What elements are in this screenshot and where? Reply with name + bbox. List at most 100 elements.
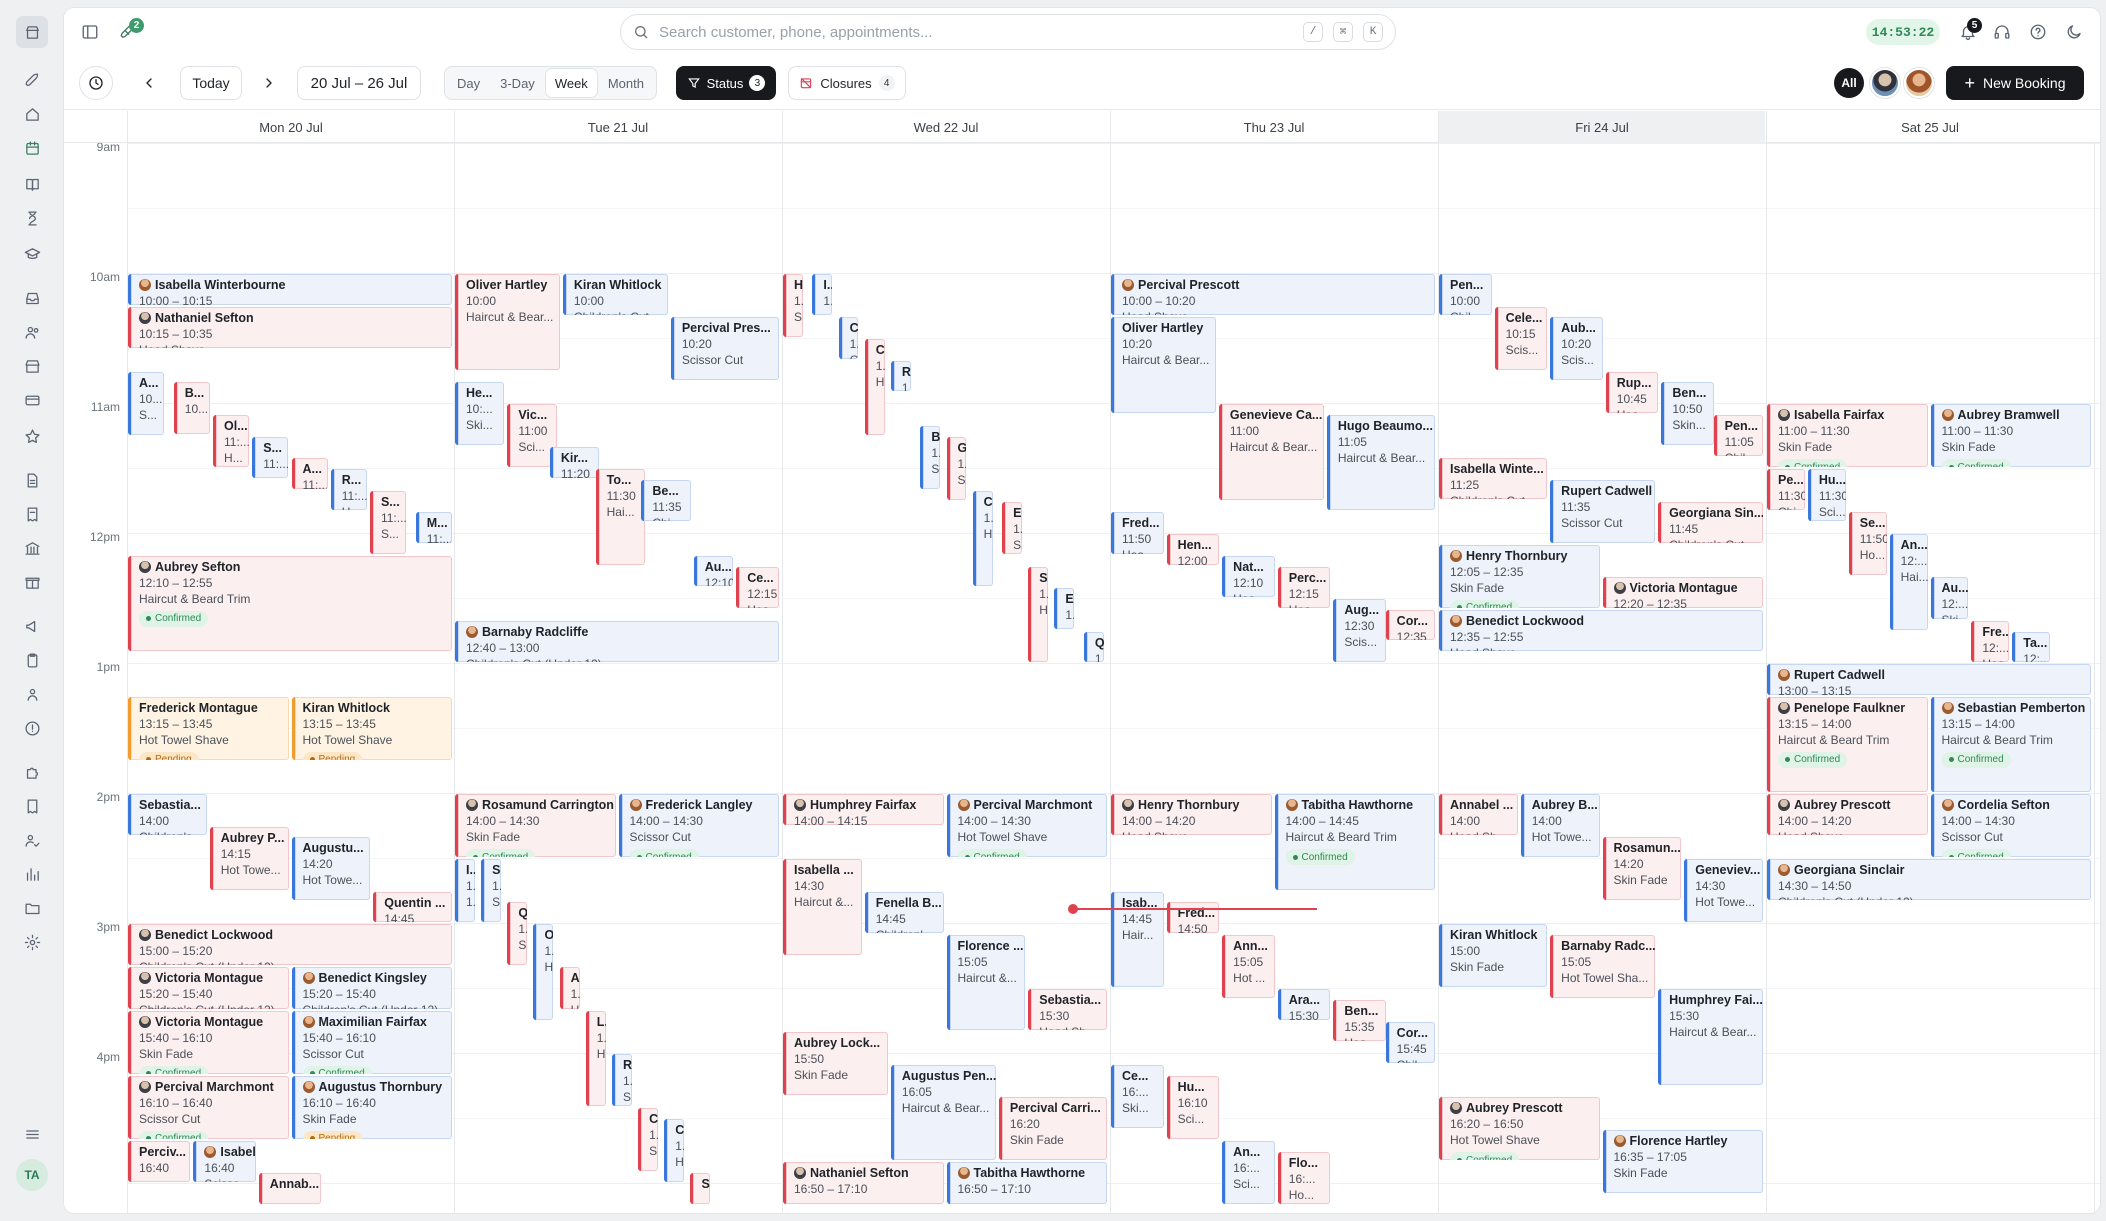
- appointment-card[interactable]: O... 1... H...: [533, 924, 554, 1020]
- chart-icon[interactable]: [16, 858, 48, 890]
- appointment-card[interactable]: Kiran Whitlock 13:15 – 13:45 Hot Towel Sha…: [291, 696, 452, 760]
- all-staff-button[interactable]: All: [1834, 68, 1864, 98]
- appointment-card[interactable]: Au...12:...Ski...: [1930, 577, 1969, 619]
- appointment-card[interactable]: Ce...12:15Hea...: [736, 566, 779, 608]
- store-icon[interactable]: [16, 16, 48, 48]
- appointment-card[interactable]: E...1...: [1054, 588, 1075, 630]
- appointment-card[interactable]: Se... 11:50 Ho...: [1848, 512, 1887, 576]
- day-header-5[interactable]: Sat 25 Jul: [1766, 111, 2093, 143]
- appointment-card[interactable]: Q...1...S...: [507, 902, 528, 966]
- appointment-card[interactable]: Nathaniel Sefton 16:50 – 17:10: [783, 1162, 944, 1204]
- appointment-card[interactable]: Pen... 10:00Chil...: [1439, 274, 1492, 316]
- appointment-card[interactable]: Sebastia... 14:00Children's...: [128, 794, 207, 836]
- rocket-icon[interactable]: [16, 64, 48, 96]
- sliders-icon[interactable]: [16, 1118, 48, 1150]
- appointment-card[interactable]: C...1...H...: [972, 490, 993, 587]
- appointment-card[interactable]: G...1...S...: [946, 436, 967, 500]
- appointment-card[interactable]: A... 11:...: [291, 458, 328, 489]
- appointment-card[interactable]: S... 11:... S...: [369, 490, 407, 554]
- appointment-card[interactable]: Augustus Thornbury 16:10 – 16:40 Skin Fade…: [291, 1075, 452, 1139]
- clipboard-icon[interactable]: [16, 644, 48, 676]
- appointment-card[interactable]: S... 11:...: [252, 436, 289, 478]
- hourglass-icon[interactable]: [16, 202, 48, 234]
- appointment-card[interactable]: Humphrey Fairfax 14:00 – 14:15: [783, 794, 944, 825]
- receipt-icon[interactable]: [16, 790, 48, 822]
- appointment-card[interactable]: Frederick Montague 13:15 – 13:45 Hot Towel…: [128, 696, 289, 760]
- appointment-card[interactable]: Penelope Faulkner 13:15 – 14:00 Haircut & …: [1767, 696, 1928, 792]
- appointment-card[interactable]: Annab...: [258, 1173, 322, 1204]
- appointment-card[interactable]: Ta... 12:...: [2012, 631, 2051, 662]
- appointment-card[interactable]: R... 11:...H...: [330, 469, 367, 511]
- alert-icon[interactable]: [16, 712, 48, 744]
- appointment-card[interactable]: Benedict Lockwood 15:00 – 15:20Children's…: [128, 924, 452, 966]
- day-header-1[interactable]: Tue 21 Jul: [454, 111, 781, 143]
- team-icon[interactable]: [16, 678, 48, 710]
- appointment-card[interactable]: Hen... 12:00: [1166, 534, 1220, 565]
- appointment-card[interactable]: Hugo Beaumo... 11:05 Haircut & Bear...: [1326, 414, 1435, 511]
- appointment-card[interactable]: E...1...S...: [1002, 501, 1022, 554]
- view-week[interactable]: Week: [545, 69, 597, 97]
- appointment-card[interactable]: Perciv... 16:40: [128, 1140, 191, 1182]
- appointment-card[interactable]: Fred...11:50Hea...: [1111, 512, 1164, 554]
- appointment-card[interactable]: Nathaniel Sefton10:15 – 10:35Head Shave: [128, 306, 452, 348]
- bell-icon[interactable]: 5: [1952, 16, 1984, 48]
- appointment-card[interactable]: A...1...H...: [559, 967, 580, 1009]
- appointment-card[interactable]: Barnaby Radcliffe12:40 – 13:00Children's…: [455, 620, 779, 662]
- view-month[interactable]: Month: [599, 69, 653, 97]
- appointment-card[interactable]: Oliver Hartley 10:00 Haircut & Bear...: [455, 274, 560, 370]
- closures-button[interactable]: Closures 4: [788, 66, 906, 100]
- appointment-card[interactable]: Aug... 12:30 Scis...: [1333, 599, 1386, 662]
- appointment-card[interactable]: Ol... 11:... H...: [213, 414, 250, 467]
- appointment-card[interactable]: Isab... 14:45 Hair...: [1111, 891, 1164, 987]
- appointment-card[interactable]: An... 16:... Sci...: [1222, 1140, 1275, 1204]
- appointment-card[interactable]: Isabella Winterbourne 10:00 – 10:15: [128, 274, 452, 305]
- graduation-cap-icon[interactable]: [16, 238, 48, 270]
- inbox-icon[interactable]: [16, 282, 48, 314]
- appointment-card[interactable]: Hu... 11:30 Sci...: [1807, 469, 1846, 522]
- appointment-card[interactable]: He... 10:... Ski...: [455, 382, 505, 446]
- appointment-card[interactable]: Be...11:35Chi...: [641, 479, 691, 522]
- day-header-4[interactable]: Fri 24 Jul: [1438, 111, 1765, 143]
- date-range-button[interactable]: 20 Jul – 26 Jul: [297, 66, 421, 100]
- appointment-card[interactable]: Kiran Whitlock 15:00 Skin Fade: [1439, 924, 1548, 987]
- appointment-card[interactable]: M... 11:...: [415, 512, 452, 543]
- appointment-card[interactable]: Benedict Kingsley15:20 – 15:40Children's…: [291, 967, 452, 1009]
- gift-icon[interactable]: [16, 566, 48, 598]
- appointment-card[interactable]: Ara... 15:30: [1277, 989, 1331, 1020]
- appointment-card[interactable]: Rupert Cadwell 11:35 Scissor Cut: [1550, 479, 1656, 543]
- folder-icon[interactable]: [16, 892, 48, 924]
- calendar-icon[interactable]: [16, 132, 48, 164]
- appointment-card[interactable]: Victoria Montague15:20 – 15:40Children's…: [128, 967, 289, 1009]
- appointment-card[interactable]: Florence Hartley 16:35 – 17:05 Skin Fade: [1602, 1129, 1763, 1193]
- appointment-card[interactable]: Victoria Montague 12:20 – 12:35: [1602, 577, 1763, 608]
- card-icon[interactable]: [16, 384, 48, 416]
- bank-icon[interactable]: [16, 532, 48, 564]
- appointment-card[interactable]: Aubrey P... 14:15 Hot Towe...: [209, 826, 289, 890]
- appointment-card[interactable]: Cor...15:45Chil...: [1385, 1021, 1435, 1063]
- appointment-card[interactable]: An... 12:... Hai...: [1889, 534, 1928, 630]
- appointment-card[interactable]: Pe... 11:30Chi...: [1767, 469, 1805, 511]
- appointment-card[interactable]: Ben... 10:50 Skin...: [1661, 382, 1714, 446]
- appointment-card[interactable]: S...: [690, 1173, 711, 1204]
- appointment-card[interactable]: S... 1... S...: [481, 859, 502, 922]
- appointment-card[interactable]: R... 1... S...: [611, 1054, 632, 1107]
- dark-mode-icon[interactable]: [2058, 16, 2090, 48]
- staff-avatar-2[interactable]: [1904, 68, 1934, 98]
- appointment-card[interactable]: Geneviev... 14:30 Hot Towe...: [1684, 859, 1763, 922]
- star-icon[interactable]: [16, 420, 48, 452]
- appointment-card[interactable]: Oliver Hartley 10:20 Haircut & Bear...: [1111, 317, 1216, 413]
- megaphone-icon[interactable]: [16, 610, 48, 642]
- search-bar[interactable]: / ⌘ K: [620, 14, 1396, 50]
- help-icon[interactable]: [2022, 16, 2054, 48]
- appointment-card[interactable]: Rupert Cadwell 13:00 – 13:15: [1767, 664, 2091, 695]
- sidebar-toggle-icon[interactable]: [74, 16, 106, 48]
- appointment-card[interactable]: Florence ... 15:05 Haircut &...: [946, 934, 1026, 1031]
- view-3-day[interactable]: 3-Day: [491, 69, 544, 97]
- user-avatar[interactable]: TA: [16, 1159, 48, 1191]
- new-booking-button[interactable]: + New Booking: [1946, 66, 2084, 100]
- shop-icon[interactable]: [16, 350, 48, 382]
- day-header-0[interactable]: Mon 20 Jul: [127, 111, 454, 143]
- user-check-icon[interactable]: [16, 824, 48, 856]
- appointment-card[interactable]: Barnaby Radc... 15:05 Hot Towel Sha...: [1550, 934, 1656, 998]
- appointment-card[interactable]: Q1...: [1083, 631, 1104, 662]
